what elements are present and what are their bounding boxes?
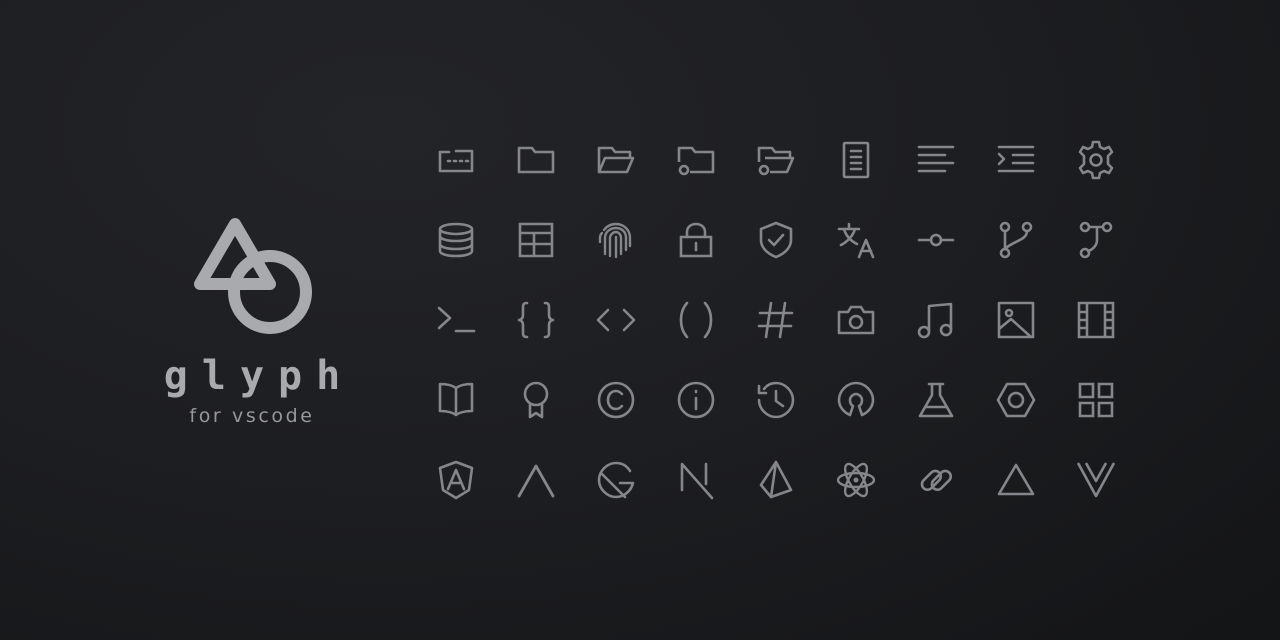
angular-icon	[416, 440, 496, 520]
book-open-icon	[416, 360, 496, 440]
folder-git-open-icon	[736, 120, 816, 200]
react-icon	[816, 440, 896, 520]
text-align-left-icon	[896, 120, 976, 200]
vue-icon	[1056, 440, 1136, 520]
glyph-logo-icon	[194, 218, 312, 334]
open-source-icon	[816, 360, 896, 440]
award-icon	[496, 360, 576, 440]
grid-icon	[1056, 360, 1136, 440]
git-branch-icon	[976, 200, 1056, 280]
folder-open-icon	[576, 120, 656, 200]
gatsby-icon	[576, 440, 656, 520]
terminal-icon	[416, 280, 496, 360]
document-icon	[816, 120, 896, 200]
brand-subtitle: for vscode	[189, 405, 315, 427]
triangle-icon	[976, 440, 1056, 520]
folder-icon	[496, 120, 576, 200]
fingerprint-icon	[576, 200, 656, 280]
history-icon	[736, 360, 816, 440]
film-icon	[1056, 280, 1136, 360]
translate-icon	[816, 200, 896, 280]
brand-name: glyph	[163, 353, 355, 399]
database-icon	[416, 200, 496, 280]
indent-icon	[976, 120, 1056, 200]
git-commit-icon	[896, 200, 976, 280]
chevron-up-icon	[496, 440, 576, 520]
nut-icon	[976, 360, 1056, 440]
folder-git-icon	[656, 120, 736, 200]
nextjs-icon	[656, 440, 736, 520]
code-icon	[576, 280, 656, 360]
prisma-icon	[736, 440, 816, 520]
git-merge-icon	[1056, 200, 1136, 280]
music-note-icon	[896, 280, 976, 360]
copyright-icon	[576, 360, 656, 440]
braces-icon	[496, 280, 576, 360]
image-icon	[976, 280, 1056, 360]
flask-icon	[896, 360, 976, 440]
shield-check-icon	[736, 200, 816, 280]
lock-icon	[656, 200, 736, 280]
gear-icon	[1056, 120, 1136, 200]
table-icon	[496, 200, 576, 280]
icon-grid	[416, 120, 1136, 520]
link-icon	[896, 440, 976, 520]
info-icon	[656, 360, 736, 440]
camera-icon	[816, 280, 896, 360]
folder-dotted-icon	[416, 120, 496, 200]
parentheses-icon	[656, 280, 736, 360]
hashtag-icon	[736, 280, 816, 360]
